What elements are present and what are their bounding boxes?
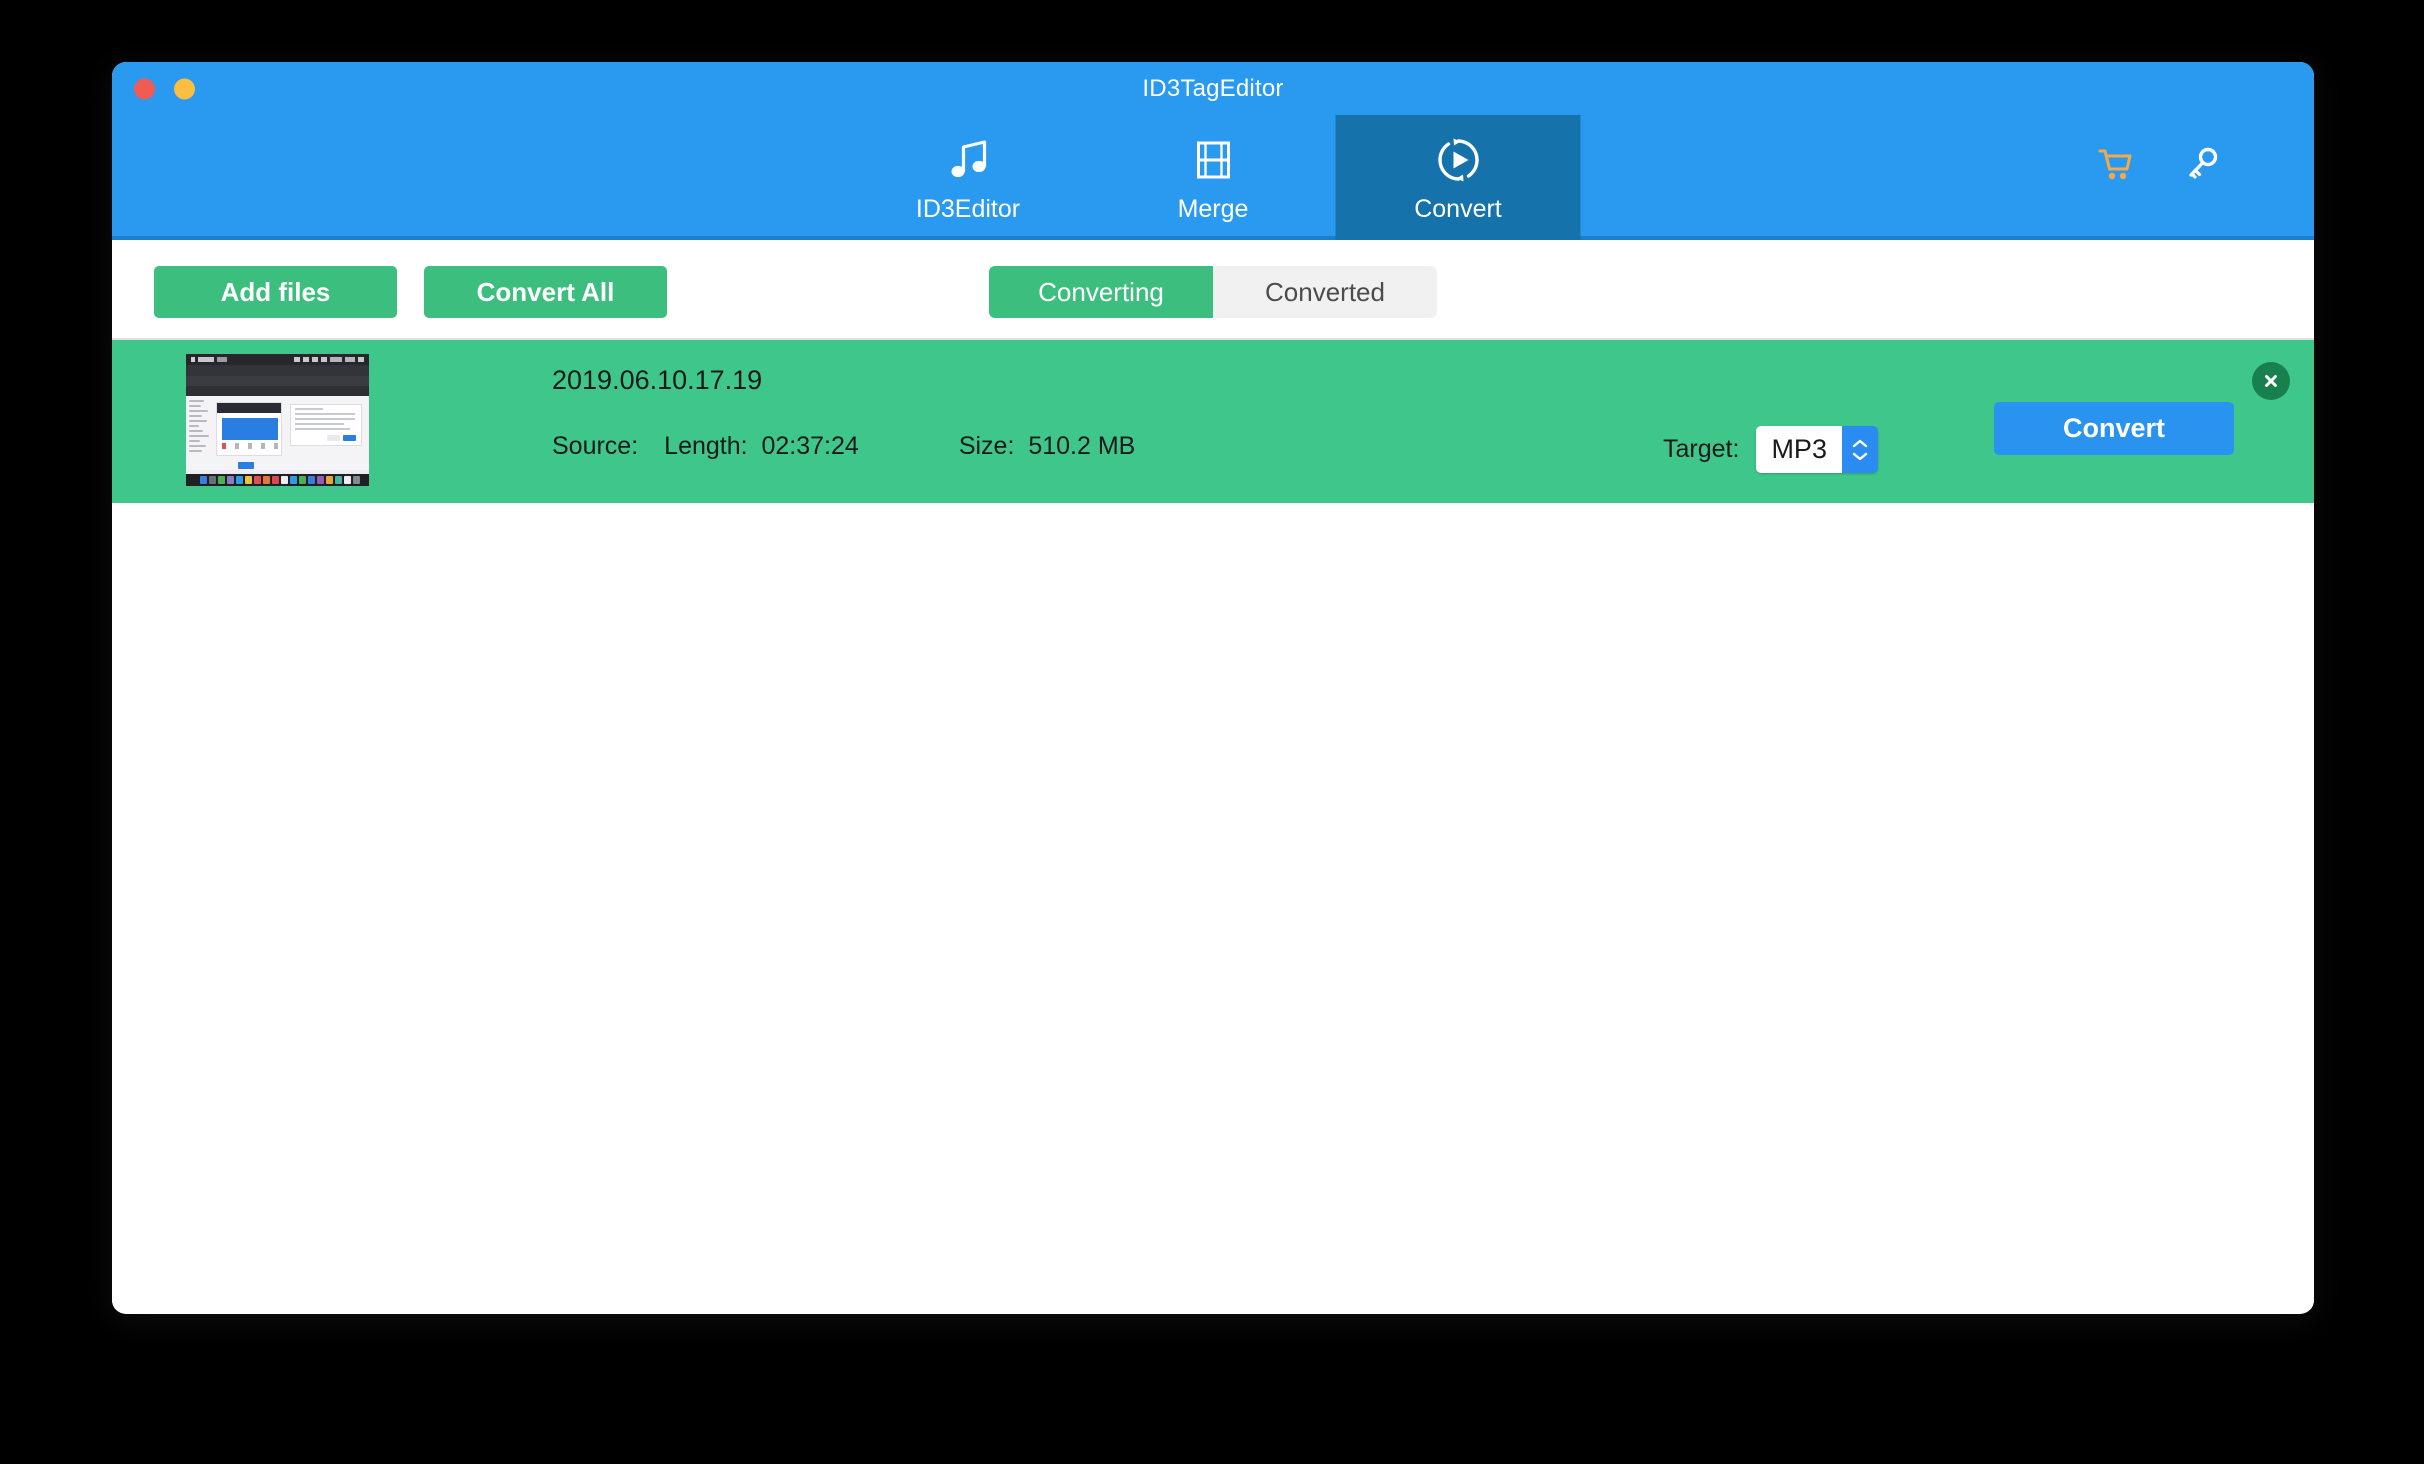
convert-all-button[interactable]: Convert All — [424, 266, 667, 318]
action-bar: Add files Convert All Converting Convert… — [112, 240, 2314, 340]
tab-merge-label: Merge — [1177, 195, 1249, 223]
add-files-button[interactable]: Add files — [154, 266, 397, 318]
segment-converting[interactable]: Converting — [989, 266, 1213, 318]
status-filter-segmented-control: Converting Converted — [989, 266, 1437, 318]
stepper-arrows[interactable] — [1841, 426, 1878, 473]
length-value: Length: 02:37:24 — [664, 432, 859, 461]
title-bar: ID3TagEditor — [112, 62, 2314, 115]
length-number: 02:37:24 — [761, 432, 859, 460]
remove-file-button[interactable] — [2252, 362, 2290, 400]
header-actions — [2094, 143, 2224, 185]
window-title: ID3TagEditor — [1142, 75, 1284, 102]
nav-tabs: ID3Editor Merge Convert — [846, 115, 1581, 240]
film-strip-icon — [1184, 131, 1242, 189]
tab-id3editor[interactable]: ID3Editor — [846, 115, 1091, 240]
music-note-icon — [939, 131, 997, 189]
source-label: Source: — [552, 432, 639, 460]
target-format-group: Target: MP3 — [1663, 426, 1878, 473]
target-label: Target: — [1663, 435, 1740, 463]
target-format-value[interactable]: MP3 — [1756, 426, 1842, 473]
tab-convert[interactable]: Convert — [1335, 115, 1581, 240]
file-thumbnail — [186, 354, 369, 486]
key-icon[interactable] — [2182, 143, 2224, 185]
tab-id3editor-label: ID3Editor — [915, 195, 1021, 223]
toolbar: ID3Editor Merge Convert — [112, 115, 2314, 240]
row-convert-button[interactable]: Convert — [1994, 402, 2234, 455]
size-number: 510.2 MB — [1028, 432, 1136, 460]
length-label: Length: — [664, 432, 748, 460]
size-label: Size: — [958, 432, 1015, 460]
file-name: 2019.06.10.17.19 — [552, 365, 763, 395]
tab-merge[interactable]: Merge — [1091, 115, 1336, 240]
file-list: 2019.06.10.17.19 Source: Length: 02:37:2… — [112, 340, 2314, 1310]
segment-converted[interactable]: Converted — [1213, 266, 1437, 318]
tab-convert-label: Convert — [1414, 195, 1502, 223]
chevron-up-icon — [1852, 439, 1868, 447]
file-meta: Source: Length: 02:37:24 Size: 510.2 MB — [552, 432, 1135, 461]
table-row[interactable]: 2019.06.10.17.19 Source: Length: 02:37:2… — [112, 340, 2314, 503]
convert-play-icon — [1429, 131, 1487, 189]
close-icon — [2265, 375, 2277, 387]
target-format-stepper[interactable]: MP3 — [1756, 426, 1878, 473]
app-window: ID3TagEditor ID3Editor Merge Convert Add… — [112, 62, 2314, 1314]
shopping-cart-icon[interactable] — [2094, 143, 2136, 185]
chevron-down-icon — [1852, 452, 1868, 460]
size-value: Size: 510.2 MB — [959, 432, 1136, 461]
